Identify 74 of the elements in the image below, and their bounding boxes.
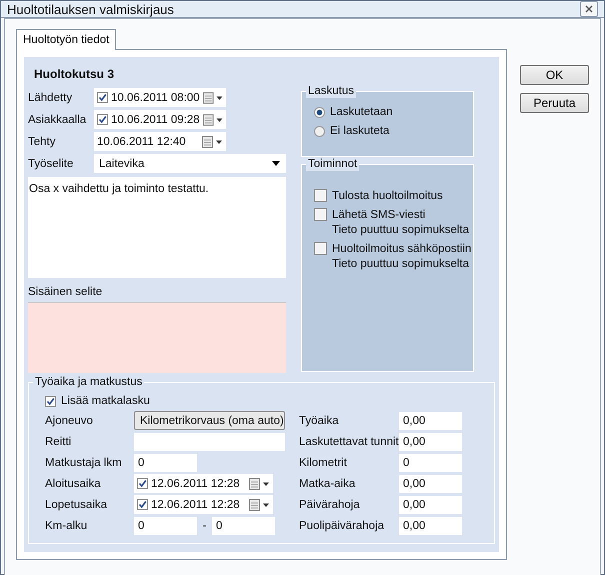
date-field[interactable]: 10.06.2011 08:00 — [94, 88, 226, 107]
dialog-button[interactable]: OK — [520, 65, 589, 85]
date-value: 10.06.2011 09:28 — [111, 114, 200, 126]
form-heading: Huoltokutsu 3 — [34, 67, 115, 81]
date-value: 12.06.2011 12:28 — [151, 498, 241, 510]
field-label: Tehty — [28, 136, 56, 148]
work-type-dropdown[interactable]: Laitevika — [94, 154, 286, 173]
checkbox[interactable] — [314, 242, 327, 255]
option-label: Lisää matkalasku — [61, 395, 150, 407]
calendar-dropdown-icon[interactable] — [249, 498, 271, 510]
field-label: Asiakkaalla — [28, 114, 88, 126]
radio-button[interactable] — [314, 106, 325, 118]
description-field[interactable]: Osa x vaihdettu ja toiminto testattu. — [28, 177, 286, 278]
field-label: Kilometrit — [299, 456, 348, 468]
text-field[interactable]: 0 — [134, 454, 197, 472]
field-label: Aloitusaika — [45, 478, 102, 490]
field-label: Matka-aika — [299, 478, 356, 490]
checkbox[interactable] — [137, 499, 148, 510]
checkbox[interactable] — [97, 92, 108, 103]
option-label: Tulosta huoltoilmoitus — [332, 190, 443, 202]
date-field[interactable]: 10.06.2011 09:28 — [94, 110, 226, 129]
calendar-dropdown-icon[interactable] — [202, 114, 224, 126]
field-label: Päivärahoja — [299, 498, 361, 510]
field-label: Sisäinen selite — [28, 286, 104, 298]
checkbox[interactable] — [314, 208, 327, 221]
option-label: Lähetä SMS-viesti — [332, 208, 426, 220]
field-label: Ajoneuvo — [45, 414, 94, 426]
date-value: 12.06.2011 12:28 — [151, 478, 241, 490]
tab[interactable]: Huoltotyön tiedot — [16, 29, 116, 50]
group-title: Laskutus — [306, 85, 356, 98]
group-title: Toiminnot — [306, 158, 360, 171]
internal-note-field[interactable] — [28, 302, 286, 373]
checkbox[interactable] — [45, 396, 56, 406]
close-button[interactable] — [580, 1, 598, 17]
range-separator: - — [202, 520, 208, 532]
close-icon — [585, 5, 593, 13]
option-label: Laskutetaan — [330, 106, 393, 118]
calendar-dropdown-icon[interactable] — [249, 478, 271, 490]
vehicle-dropdown[interactable]: Kilometrikorvaus (oma auto) — [134, 411, 285, 430]
field-label: Reitti — [45, 436, 72, 448]
checkbox[interactable] — [97, 114, 108, 125]
checkbox[interactable] — [137, 478, 148, 489]
option-label: Huoltoilmoitus sähköpostiin — [332, 242, 472, 254]
window-title: Huoltotilauksen valmiskirjaus — [7, 2, 174, 16]
text-field[interactable]: 0,00 — [399, 516, 462, 534]
group-title: Työaika ja matkustus — [33, 376, 144, 389]
field-label: Matkustaja lkm — [45, 456, 123, 468]
date-field[interactable]: 12.06.2011 12:28 — [134, 495, 273, 514]
calendar-dropdown-icon[interactable] — [202, 92, 224, 104]
option-label: Ei laskuteta — [330, 125, 390, 137]
field-label: Lopetusaika — [45, 498, 108, 510]
text-field[interactable]: 0 — [399, 454, 462, 472]
caret-icon — [272, 161, 280, 166]
text-field[interactable]: 0,00 — [399, 474, 462, 492]
date-value: 10.06.2011 12:40 — [97, 136, 187, 148]
text-field[interactable]: 0 — [134, 516, 197, 534]
text-field[interactable]: 0,00 — [399, 432, 462, 450]
field-label: Laskutettavat tunnit — [299, 436, 399, 448]
text-field[interactable]: 0 — [212, 516, 275, 534]
calendar-dropdown-icon[interactable] — [202, 136, 224, 148]
text-field[interactable]: 0,00 — [399, 496, 462, 514]
route-field[interactable] — [134, 432, 285, 450]
field-label: Lähdetty — [28, 92, 74, 104]
date-field[interactable]: 10.06.2011 12:40 — [94, 132, 226, 151]
date-value: 10.06.2011 08:00 — [111, 92, 200, 104]
text-field[interactable]: 0,00 — [399, 412, 462, 430]
radio-button[interactable] — [314, 126, 325, 136]
field-label: Puolipäivärahoja — [299, 520, 386, 532]
field-label: Työselite — [28, 158, 74, 170]
field-label: Km-alku — [45, 520, 88, 532]
date-field[interactable]: 12.06.2011 12:28 — [134, 474, 273, 493]
dialog-button[interactable]: Peruuta — [520, 93, 589, 113]
checkbox[interactable] — [314, 189, 327, 202]
field-label: Työaika — [299, 414, 340, 426]
